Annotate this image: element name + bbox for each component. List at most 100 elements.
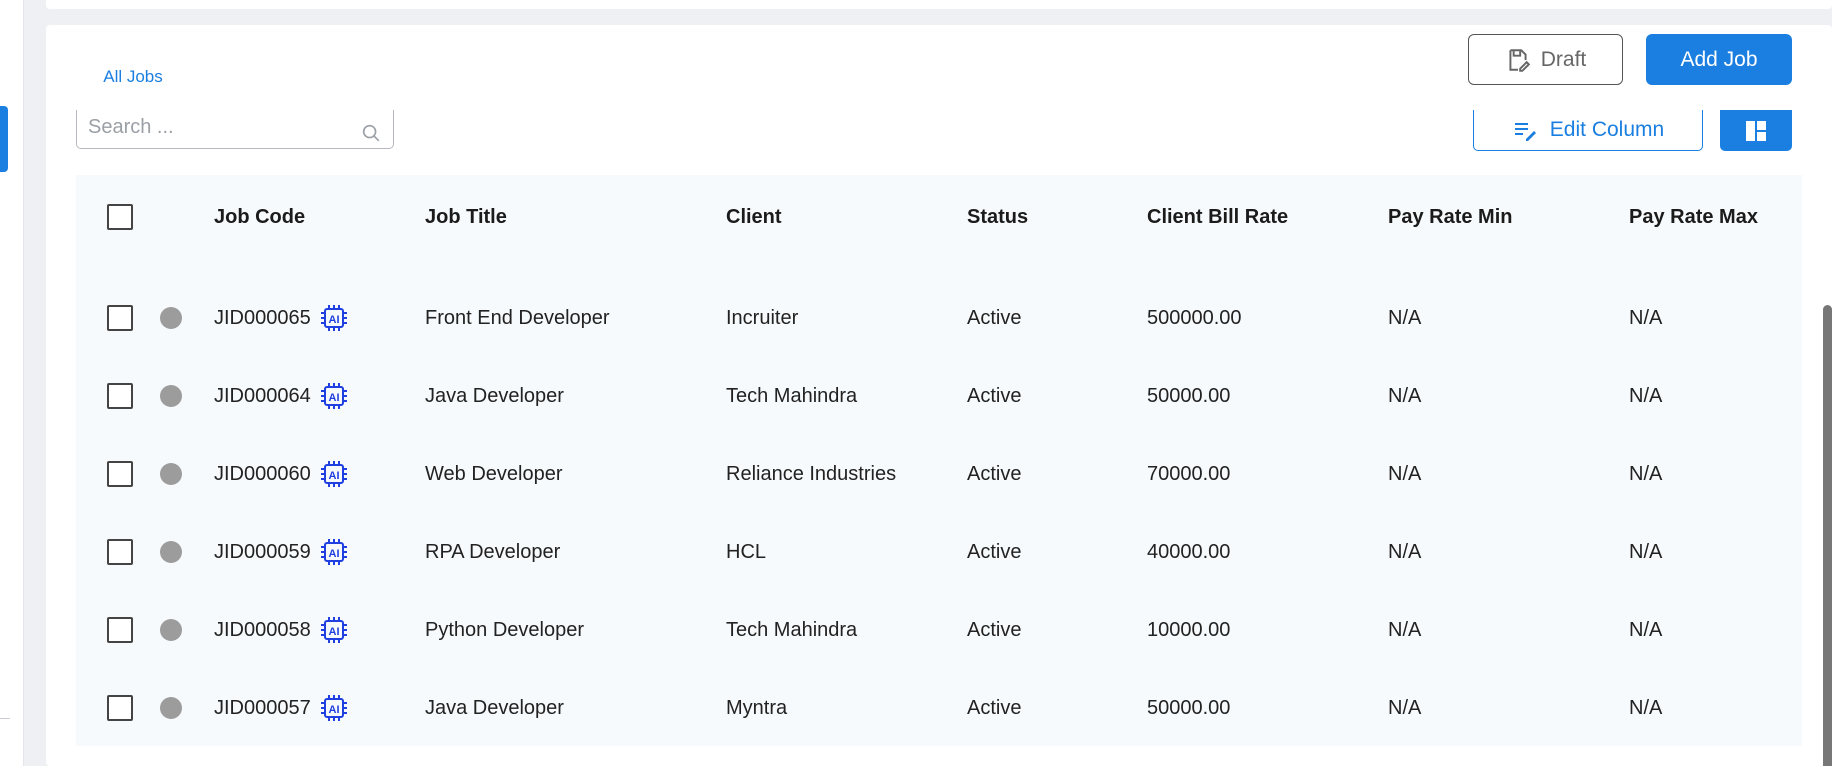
job-title[interactable]: Web Developer — [425, 435, 562, 513]
column-header-pay-rate-max[interactable]: Pay Rate Max — [1629, 178, 1758, 256]
table-row[interactable]: JID000059 AI RPA Developer HCL Active 40… — [76, 513, 1802, 591]
table-row[interactable]: JID000058 AI Python Developer Tech Mahin… — [76, 591, 1802, 669]
sidebar-active-indicator[interactable] — [0, 106, 8, 172]
row-checkbox[interactable] — [107, 695, 133, 721]
client-bill-rate: 50000.00 — [1147, 384, 1231, 407]
edit-column-button[interactable]: Edit Column — [1473, 110, 1703, 151]
client-name: Myntra — [726, 696, 788, 719]
job-code[interactable]: JID000065 — [214, 307, 311, 330]
draft-save-icon — [1509, 48, 1530, 72]
status-dot — [160, 541, 182, 563]
draft-button[interactable]: Draft — [1468, 34, 1623, 85]
pay-rate-max: N/A — [1629, 696, 1663, 719]
tab-all-jobs[interactable]: All Jobs — [76, 45, 190, 97]
job-code[interactable]: JID000057 — [214, 697, 311, 720]
pay-rate-max: N/A — [1629, 618, 1663, 641]
status-dot — [160, 385, 182, 407]
row-checkbox[interactable] — [107, 383, 133, 409]
svg-text:AI: AI — [328, 548, 339, 560]
table-header-row: Job Code Job Title Client Status Client … — [76, 178, 1802, 256]
status-dot — [160, 307, 182, 329]
job-title[interactable]: Java Developer — [425, 357, 564, 435]
sidebar-divider — [0, 718, 10, 719]
job-code-cell[interactable]: JID000065 AI — [214, 279, 349, 357]
job-title[interactable]: Java Developer — [425, 669, 564, 746]
client-bill-rate: 500000.00 — [1147, 306, 1242, 329]
column-header-pay-rate-min[interactable]: Pay Rate Min — [1388, 178, 1512, 256]
table-row[interactable]: JID000057 AI Java Developer Myntra Activ… — [76, 669, 1802, 746]
status-text: Active — [967, 384, 1022, 407]
search-icon[interactable] — [360, 122, 382, 144]
row-checkbox[interactable] — [107, 305, 133, 331]
job-code-cell[interactable]: JID000059 AI — [214, 513, 349, 591]
pay-rate-min: N/A — [1388, 384, 1422, 407]
ai-chip-icon[interactable]: AI — [319, 459, 349, 489]
pay-rate-min: N/A — [1388, 306, 1422, 329]
grid-layout-icon — [1746, 120, 1766, 141]
job-code-cell[interactable]: JID000057 AI — [214, 669, 349, 746]
pay-rate-min: N/A — [1388, 540, 1422, 563]
layout-toggle-button[interactable] — [1720, 110, 1792, 151]
client-bill-rate: 10000.00 — [1147, 618, 1231, 641]
column-header-status[interactable]: Status — [967, 178, 1028, 256]
column-header-client[interactable]: Client — [726, 178, 782, 256]
job-title[interactable]: Front End Developer — [425, 279, 610, 357]
job-code[interactable]: JID000060 — [214, 463, 311, 486]
client-bill-rate: 70000.00 — [1147, 462, 1231, 485]
svg-text:AI: AI — [328, 470, 339, 482]
client-bill-rate: 50000.00 — [1147, 696, 1231, 719]
svg-text:AI: AI — [328, 392, 339, 404]
status-text: Active — [967, 618, 1022, 641]
client-name: HCL — [726, 540, 767, 563]
status-text: Active — [967, 462, 1022, 485]
table-row[interactable]: JID000064 AI Java Developer Tech Mahindr… — [76, 357, 1802, 435]
draft-button-label: Draft — [1540, 47, 1587, 71]
job-code[interactable]: JID000059 — [214, 541, 311, 564]
job-title[interactable]: RPA Developer — [425, 513, 560, 591]
svg-text:AI: AI — [328, 626, 339, 638]
left-rail — [0, 0, 24, 766]
status-dot — [160, 697, 182, 719]
client-name: Tech Mahindra — [726, 384, 858, 407]
top-card — [46, 0, 1832, 9]
pay-rate-min: N/A — [1388, 462, 1422, 485]
status-text: Active — [967, 540, 1022, 563]
client-name: Reliance Industries — [726, 462, 897, 485]
client-name: Incruiter — [726, 306, 799, 329]
table-row[interactable]: JID000060 AI Web Developer Reliance Indu… — [76, 435, 1802, 513]
table-row[interactable]: JID000065 AI Front End Developer Incruit… — [76, 279, 1802, 357]
job-code-cell[interactable]: JID000064 AI — [214, 357, 349, 435]
ai-chip-icon[interactable]: AI — [319, 615, 349, 645]
row-checkbox[interactable] — [107, 617, 133, 643]
pay-rate-max: N/A — [1629, 540, 1663, 563]
select-all-checkbox[interactable] — [107, 204, 133, 230]
tab-all-jobs-label: All Jobs — [103, 67, 163, 86]
svg-text:AI: AI — [328, 704, 339, 716]
ai-chip-icon[interactable]: AI — [319, 537, 349, 567]
job-code-cell[interactable]: JID000058 AI — [214, 591, 349, 669]
column-header-client-bill-rate[interactable]: Client Bill Rate — [1147, 178, 1288, 256]
status-dot — [160, 463, 182, 485]
vertical-scrollbar[interactable] — [1823, 305, 1832, 766]
job-title[interactable]: Python Developer — [425, 591, 584, 669]
search-box[interactable] — [76, 110, 394, 149]
search-input[interactable] — [88, 112, 348, 142]
job-code[interactable]: JID000064 — [214, 385, 311, 408]
row-checkbox[interactable] — [107, 461, 133, 487]
status-dot — [160, 619, 182, 641]
ai-chip-icon[interactable]: AI — [319, 693, 349, 723]
job-code-cell[interactable]: JID000060 AI — [214, 435, 349, 513]
jobs-panel: All Jobs Draft Add Job Edit Column — [46, 25, 1832, 766]
pay-rate-min: N/A — [1388, 696, 1422, 719]
ai-chip-icon[interactable]: AI — [319, 303, 349, 333]
ai-chip-icon[interactable]: AI — [319, 381, 349, 411]
column-header-job-title[interactable]: Job Title — [425, 178, 507, 256]
status-text: Active — [967, 696, 1022, 719]
pay-rate-max: N/A — [1629, 384, 1663, 407]
row-checkbox[interactable] — [107, 539, 133, 565]
add-job-button[interactable]: Add Job — [1646, 34, 1792, 85]
job-code[interactable]: JID000058 — [214, 619, 311, 642]
pay-rate-max: N/A — [1629, 462, 1663, 485]
column-header-job-code[interactable]: Job Code — [214, 178, 305, 256]
edit-list-icon — [1514, 123, 1536, 141]
